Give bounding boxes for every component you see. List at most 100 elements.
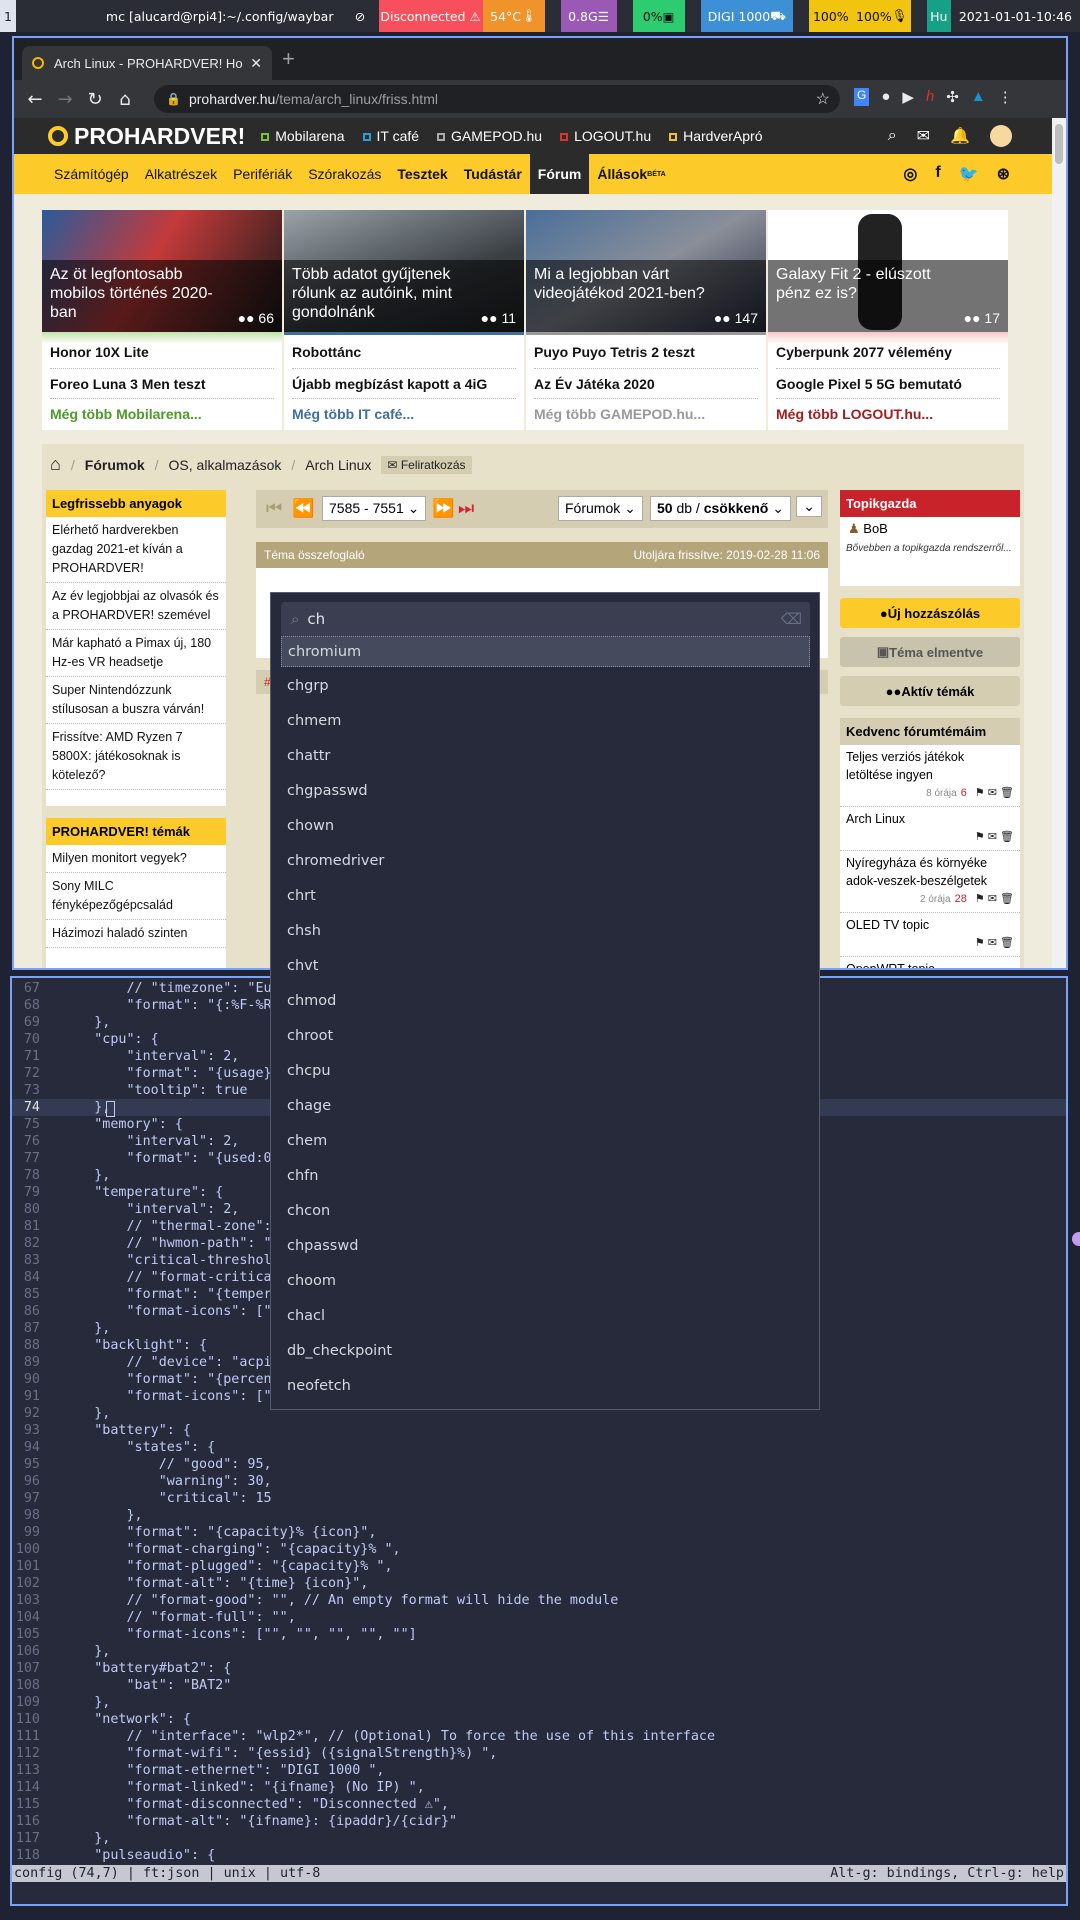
- home-icon[interactable]: ⌂: [110, 84, 140, 114]
- list-item[interactable]: Super Nintendózzunk stílusosan a buszra …: [46, 677, 226, 724]
- nav-tesztek[interactable]: Tesztek: [389, 154, 455, 194]
- next-page-icon[interactable]: ⏩: [432, 498, 454, 519]
- first-page-icon[interactable]: ⏮: [266, 498, 282, 519]
- completion-item[interactable]: chown: [281, 811, 810, 842]
- address-bar[interactable]: 🔒 prohardver.hu/tema/arch_linux/friss.ht…: [154, 85, 840, 113]
- list-item[interactable]: Frissítve: AMD Ryzen 7 5800X: játékosokn…: [46, 724, 226, 790]
- completion-item[interactable]: chcon: [281, 1196, 810, 1227]
- new-post-button[interactable]: ● Új hozzászólás: [840, 598, 1020, 628]
- code-line[interactable]: 107 "battery#bat2": {: [12, 1660, 1066, 1677]
- owner-name[interactable]: BoB: [863, 521, 888, 536]
- code-line[interactable]: 97 "critical": 15: [12, 1490, 1066, 1507]
- feature-card[interactable]: Galaxy Fit 2 - elúszott pénz ez is? ●● 17…: [768, 210, 1008, 430]
- code-line[interactable]: 96 "warning": 30,: [12, 1473, 1066, 1490]
- network-link[interactable]: LOGOUT.hu: [560, 128, 651, 144]
- trash-icon[interactable]: 🗑: [1000, 893, 1014, 905]
- clear-input-icon[interactable]: ⌫: [781, 610, 802, 628]
- completion-item[interactable]: choom: [281, 1266, 810, 1297]
- favorite-topic-link[interactable]: OLED TV topic: [846, 918, 929, 932]
- completion-item[interactable]: chem: [281, 1126, 810, 1157]
- code-line[interactable]: 112 "format-wifi": "{essid} ({signalStre…: [12, 1745, 1066, 1762]
- card-link[interactable]: Foreo Luna 3 Men teszt: [50, 376, 206, 392]
- code-line[interactable]: 99 "format": "{capacity}% {icon}",: [12, 1524, 1066, 1541]
- owner-note[interactable]: Bővebben a topikgazda rendszerről...: [840, 541, 1020, 556]
- completion-item[interactable]: chfn: [281, 1161, 810, 1192]
- close-tab-icon[interactable]: ✕: [250, 55, 262, 72]
- subscribe-button[interactable]: ✉ Feliratkozás: [381, 455, 472, 474]
- flag-icon[interactable]: ⚑: [975, 893, 988, 905]
- code-line[interactable]: 115 "format-disconnected": "Disconnected…: [12, 1796, 1066, 1813]
- list-item[interactable]: Sony MILC fényképezőgépcsalád: [46, 873, 226, 920]
- code-line[interactable]: 95 // "good": 95,: [12, 1456, 1066, 1473]
- breadcrumb-os[interactable]: OS, alkalmazások: [169, 457, 282, 473]
- card-more-link[interactable]: Még több Mobilarena...: [50, 406, 202, 422]
- code-line[interactable]: 111 // "interface": "wlp2*", // (Optiona…: [12, 1728, 1066, 1745]
- completion-item[interactable]: chromium: [281, 636, 810, 667]
- flag-icon[interactable]: ⚑: [975, 831, 988, 843]
- completion-item[interactable]: chgpasswd: [281, 776, 810, 807]
- card-more-link[interactable]: Még több GAMEPOD.hu...: [534, 406, 705, 422]
- workspace-button[interactable]: 1: [0, 0, 16, 32]
- network-link[interactable]: GAMEPOD.hu: [437, 128, 542, 144]
- code-line[interactable]: 118 "pulseaudio": {: [12, 1847, 1066, 1864]
- card-link[interactable]: Puyo Puyo Tetris 2 teszt: [534, 344, 695, 360]
- reload-icon[interactable]: ↻: [80, 84, 110, 114]
- memory-module[interactable]: 0.8G ☰: [560, 0, 617, 32]
- completion-item[interactable]: chsh: [281, 916, 810, 947]
- page-scrollbar[interactable]: [1052, 118, 1066, 968]
- active-topics-button[interactable]: ●● Aktív témák: [840, 676, 1020, 706]
- completion-item[interactable]: chcpu: [281, 1056, 810, 1087]
- feature-card[interactable]: Mi a legjobban várt videojátékod 2021-be…: [526, 210, 766, 430]
- network-module[interactable]: Disconnected ⚠: [378, 0, 483, 32]
- extensions-icon[interactable]: ✣: [946, 88, 959, 106]
- network-link[interactable]: Mobilarena: [261, 128, 345, 144]
- code-line[interactable]: 116 "format-alt": "{ifname}: {ipaddr}/{c…: [12, 1813, 1066, 1830]
- code-line[interactable]: 104 // "format-full": "",: [12, 1609, 1066, 1626]
- completion-item[interactable]: chrt: [281, 881, 810, 912]
- rss-icon[interactable]: ⊛: [997, 164, 1010, 184]
- envelope-icon[interactable]: ✉: [988, 831, 1000, 843]
- completion-item[interactable]: chromedriver: [281, 846, 810, 877]
- idle-inhibitor-icon[interactable]: ⊘: [342, 0, 379, 32]
- favorite-topic-link[interactable]: Teljes verziós játékok letöltése ingyen: [846, 750, 964, 782]
- envelope-icon[interactable]: ✉: [988, 893, 1000, 905]
- translate-extension-icon[interactable]: G: [854, 88, 870, 106]
- volume-module[interactable]: 100% 🎙: [852, 0, 911, 32]
- prev-page-icon[interactable]: ⏪: [292, 498, 314, 519]
- completion-item[interactable]: chmod: [281, 986, 810, 1017]
- search-icon[interactable]: ⌕: [888, 127, 897, 145]
- card-link[interactable]: Cyberpunk 2077 vélemény: [776, 344, 952, 360]
- nav-szamitogep[interactable]: Számítógép: [46, 154, 137, 194]
- code-line[interactable]: 94 "states": {: [12, 1439, 1066, 1456]
- network-link[interactable]: IT café: [362, 128, 419, 144]
- clock-module[interactable]: 2021-01-01-10:46: [951, 0, 1080, 32]
- card-link[interactable]: Újabb megbízást kapott a 4iG: [292, 376, 487, 392]
- code-line[interactable]: 113 "format-ethernet": "DIGI 1000 ",: [12, 1762, 1066, 1779]
- card-more-link[interactable]: Még több LOGOUT.hu...: [776, 406, 933, 422]
- new-comments-count[interactable]: 6: [961, 787, 967, 799]
- feature-card[interactable]: Az öt legfontosabb mobilos történés 2020…: [42, 210, 282, 430]
- list-item[interactable]: Elérhető hardverekben gazdag 2021-et kív…: [46, 517, 226, 583]
- envelope-icon[interactable]: ✉: [988, 787, 1000, 799]
- code-line[interactable]: 93 "battery": {: [12, 1422, 1066, 1439]
- expand-button[interactable]: ⌄: [796, 496, 822, 517]
- completion-item[interactable]: chpasswd: [281, 1231, 810, 1262]
- back-icon[interactable]: ←: [20, 84, 50, 114]
- order-select[interactable]: 50 db / csökkenő ⌄: [650, 496, 791, 521]
- cpu-module[interactable]: 0% ▣: [632, 0, 685, 32]
- nav-allasok[interactable]: Állások BÉTA: [589, 154, 673, 194]
- favorite-topic-link[interactable]: OpenWRT topic: [846, 962, 934, 968]
- forum-select[interactable]: Fórumok ⌄: [558, 496, 643, 521]
- twitter-icon[interactable]: 🐦: [959, 164, 979, 184]
- language-module[interactable]: Hu: [926, 0, 951, 32]
- list-item[interactable]: Házimozi haladó szinten: [46, 920, 226, 948]
- envelope-icon[interactable]: ✉: [988, 937, 1000, 949]
- flag-icon[interactable]: ⚑: [975, 937, 988, 949]
- code-line[interactable]: 108 "bat": "BAT2": [12, 1677, 1066, 1694]
- h-extension-icon[interactable]: h: [926, 88, 934, 106]
- nav-forum[interactable]: Fórum: [529, 154, 590, 194]
- star-icon[interactable]: ☆: [816, 89, 830, 109]
- wifi-module[interactable]: DIGI 1000 ⛟: [700, 0, 793, 32]
- code-line[interactable]: 103 // "format-good": "", // An empty fo…: [12, 1592, 1066, 1609]
- code-line[interactable]: 106 },: [12, 1643, 1066, 1660]
